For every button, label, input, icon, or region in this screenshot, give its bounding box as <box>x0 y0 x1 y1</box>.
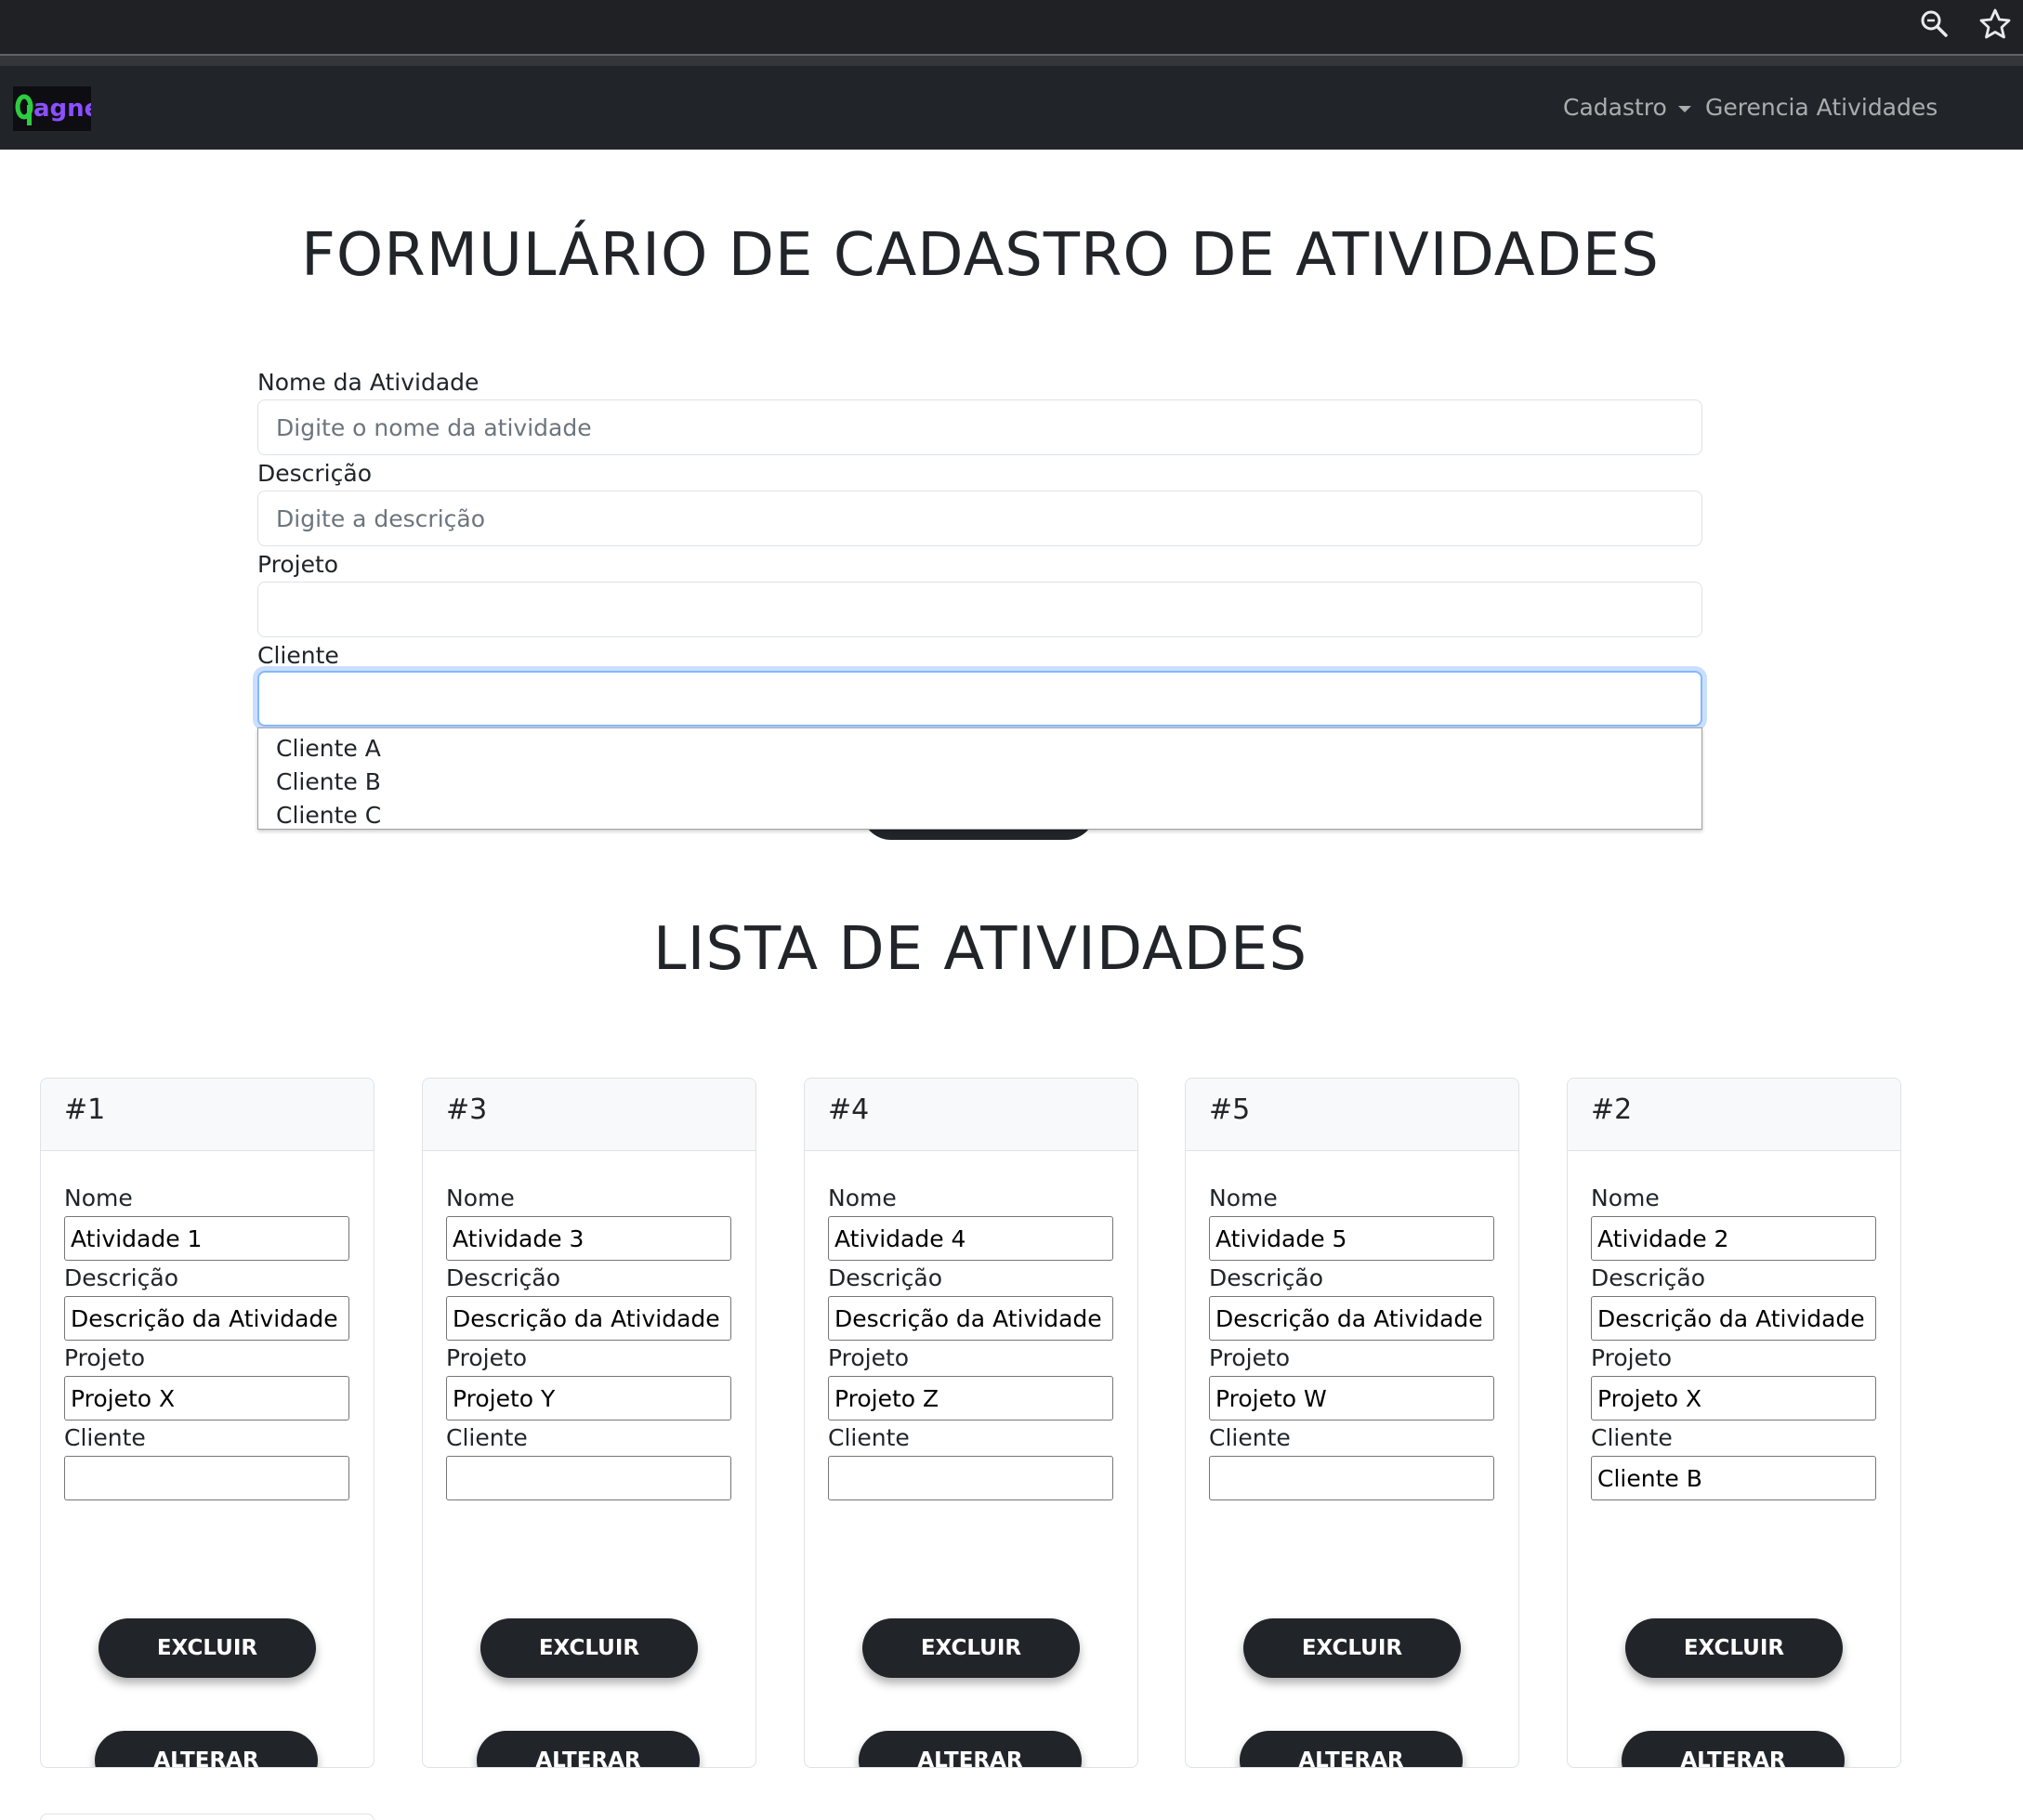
card-projeto-input[interactable] <box>64 1376 349 1421</box>
nav-cadastro-dropdown[interactable]: Cadastro <box>1563 94 1691 121</box>
brand-logo-text: agnes <box>33 95 91 123</box>
card-nome-input[interactable] <box>1209 1216 1494 1261</box>
card-projeto-label: Projeto <box>1591 1344 1673 1371</box>
activity-card: #4 Nome Descrição Projeto Cliente EXCLUI… <box>804 1078 1138 1768</box>
card-cliente-input[interactable] <box>1591 1456 1876 1500</box>
datalist-option[interactable]: Cliente C <box>258 799 1701 832</box>
card-descricao-label: Descrição <box>446 1264 560 1291</box>
nome-atividade-input[interactable] <box>257 399 1702 455</box>
nav-cadastro-label: Cadastro <box>1563 94 1667 121</box>
card-descricao-label: Descrição <box>64 1264 178 1291</box>
cliente-label: Cliente <box>257 642 339 669</box>
card-nome-label: Nome <box>64 1185 133 1211</box>
card-id: #5 <box>1186 1079 1518 1151</box>
card-projeto-label: Projeto <box>446 1344 528 1371</box>
card-descricao-input[interactable] <box>828 1296 1113 1341</box>
projeto-input[interactable] <box>257 582 1702 637</box>
card-nome-label: Nome <box>446 1185 515 1211</box>
card-descricao-input[interactable] <box>1209 1296 1494 1341</box>
card-cliente-input[interactable] <box>446 1456 731 1500</box>
card-projeto-input[interactable] <box>828 1376 1113 1421</box>
browser-divider <box>0 54 2023 66</box>
activity-card: #2 Nome Descrição Projeto Cliente EXCLUI… <box>1567 1078 1901 1768</box>
form-title: FORMULÁRIO DE CADASTRO DE ATIVIDADES <box>301 221 1660 290</box>
alterar-button[interactable]: ALTERAR <box>859 1731 1082 1767</box>
card-descricao-input[interactable] <box>446 1296 731 1341</box>
card-projeto-label: Projeto <box>828 1344 910 1371</box>
card-descricao-input[interactable] <box>64 1296 349 1341</box>
alterar-button[interactable]: ALTERAR <box>95 1731 318 1767</box>
browser-toolbar <box>0 0 2023 54</box>
card-projeto-input[interactable] <box>446 1376 731 1421</box>
card-id: #1 <box>41 1079 374 1151</box>
card-nome-label: Nome <box>1591 1185 1660 1211</box>
list-title: LISTA DE ATIVIDADES <box>652 915 1308 984</box>
card-descricao-label: Descrição <box>1209 1264 1323 1291</box>
card-projeto-input[interactable] <box>1209 1376 1494 1421</box>
card-id: #2 <box>1568 1079 1900 1151</box>
card-projeto-input[interactable] <box>1591 1376 1876 1421</box>
navbar: agnes Cadastro Gerencia Atividades <box>0 66 2023 150</box>
card-projeto-label: Projeto <box>1209 1344 1291 1371</box>
excluir-button[interactable]: EXCLUIR <box>1625 1618 1843 1678</box>
card-cliente-label: Cliente <box>1209 1424 1291 1451</box>
datalist-option[interactable]: Cliente B <box>258 766 1701 799</box>
alterar-button[interactable]: ALTERAR <box>1240 1731 1463 1767</box>
zoom-icon[interactable] <box>1916 6 1953 43</box>
card-projeto-label: Projeto <box>64 1344 146 1371</box>
card-cliente-input[interactable] <box>1209 1456 1494 1500</box>
bookmark-star-icon[interactable] <box>1977 6 2014 43</box>
card-nome-input[interactable] <box>64 1216 349 1261</box>
card-nome-input[interactable] <box>828 1216 1113 1261</box>
activity-card: #3 Nome Descrição Projeto Cliente EXCLUI… <box>422 1078 756 1768</box>
card-cliente-label: Cliente <box>828 1424 910 1451</box>
activity-card: #5 Nome Descrição Projeto Cliente EXCLUI… <box>1185 1078 1519 1768</box>
alterar-button[interactable]: ALTERAR <box>477 1731 700 1767</box>
nome-atividade-label: Nome da Atividade <box>257 369 479 396</box>
card-id: #3 <box>423 1079 755 1151</box>
cliente-datalist-dropdown: Cliente A Cliente B Cliente C <box>257 727 1702 830</box>
brand-logo-mark: agnes <box>15 94 115 125</box>
card-id: #4 <box>805 1079 1137 1151</box>
card-cliente-input[interactable] <box>828 1456 1113 1500</box>
card-nome-input[interactable] <box>1591 1216 1876 1261</box>
excluir-button[interactable]: EXCLUIR <box>480 1618 698 1678</box>
activity-card: #1 Nome Descrição Projeto Cliente EXCLUI… <box>40 1078 374 1768</box>
card-descricao-label: Descrição <box>1591 1264 1705 1291</box>
card-nome-label: Nome <box>1209 1185 1278 1211</box>
card-cliente-label: Cliente <box>64 1424 146 1451</box>
nav-gerencia-atividades[interactable]: Gerencia Atividades <box>1705 94 1938 121</box>
excluir-button[interactable]: EXCLUIR <box>862 1618 1080 1678</box>
card-nome-label: Nome <box>828 1185 897 1211</box>
alterar-button[interactable]: ALTERAR <box>1622 1731 1845 1767</box>
card-cliente-label: Cliente <box>446 1424 528 1451</box>
descricao-label: Descrição <box>257 460 372 487</box>
card-descricao-label: Descrição <box>828 1264 942 1291</box>
card-cliente-input[interactable] <box>64 1456 349 1500</box>
excluir-button[interactable]: EXCLUIR <box>99 1618 316 1678</box>
activity-card-partial <box>40 1813 374 1820</box>
chevron-down-icon <box>1677 105 1691 112</box>
datalist-option[interactable]: Cliente A <box>258 732 1701 766</box>
card-nome-input[interactable] <box>446 1216 731 1261</box>
card-descricao-input[interactable] <box>1591 1296 1876 1341</box>
cliente-input[interactable] <box>257 671 1702 727</box>
card-cliente-label: Cliente <box>1591 1424 1673 1451</box>
projeto-label: Projeto <box>257 551 339 578</box>
descricao-input[interactable] <box>257 491 1702 546</box>
brand-logo[interactable]: agnes <box>13 86 115 131</box>
excluir-button[interactable]: EXCLUIR <box>1243 1618 1461 1678</box>
